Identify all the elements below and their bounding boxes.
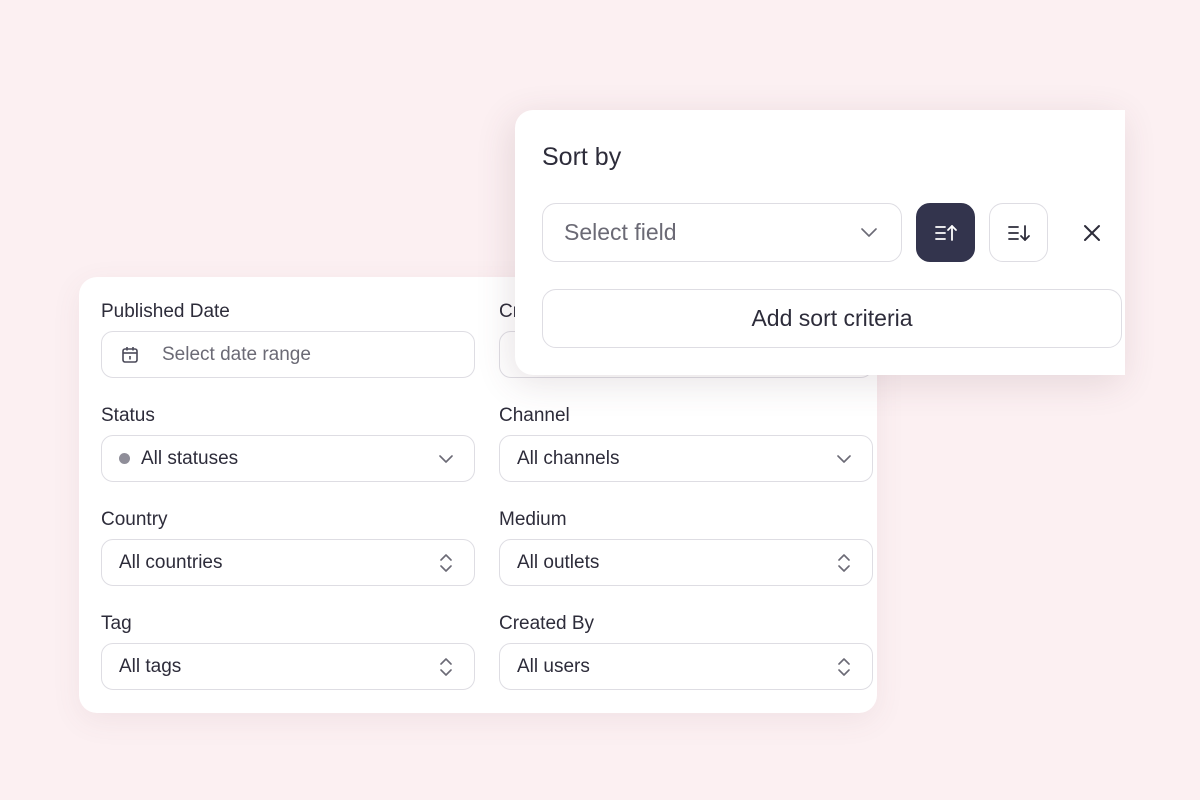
created-by-value: All users — [517, 655, 590, 677]
chevron-down-icon — [834, 449, 854, 469]
medium-select[interactable]: All outlets — [499, 539, 873, 586]
add-sort-criteria-button[interactable]: Add sort criteria — [542, 289, 1122, 348]
status-select[interactable]: All statuses — [101, 435, 475, 482]
tag-label: Tag — [101, 613, 132, 634]
channel-select[interactable]: All channels — [499, 435, 873, 482]
status-value: All statuses — [141, 447, 239, 469]
created-by-select[interactable]: All users — [499, 643, 873, 690]
chevron-down-icon — [861, 228, 877, 237]
chevron-updown-icon — [834, 553, 854, 573]
sort-title: Sort by — [542, 143, 622, 171]
country-label: Country — [101, 509, 168, 530]
channel-label: Channel — [499, 405, 570, 426]
chevron-updown-icon — [834, 657, 854, 677]
tag-value: All tags — [119, 655, 182, 677]
status-label: Status — [101, 405, 155, 426]
country-select[interactable]: All countries — [101, 539, 475, 586]
chevron-updown-icon — [436, 657, 456, 677]
close-icon — [1083, 224, 1101, 242]
sort-field-select[interactable]: Select field — [542, 203, 902, 262]
medium-label: Medium — [499, 509, 567, 530]
published-date-placeholder: Select date range — [162, 343, 311, 365]
created-by-label: Created By — [499, 613, 595, 634]
published-date-label: Published Date — [101, 301, 230, 322]
calendar-icon — [121, 346, 139, 364]
channel-value: All channels — [517, 447, 620, 469]
remove-sort-button[interactable] — [1077, 218, 1107, 248]
country-value: All countries — [119, 551, 223, 573]
sort-descending-icon — [1007, 223, 1031, 243]
sort-field-placeholder: Select field — [564, 219, 677, 245]
published-date-field[interactable]: Select date range — [101, 331, 475, 378]
status-dot-icon — [119, 453, 130, 464]
chevron-updown-icon — [436, 553, 456, 573]
sort-popover: Sort by Select field Add sort criteria — [515, 110, 1125, 375]
sort-ascending-button[interactable] — [916, 203, 975, 262]
chevron-down-icon — [436, 449, 456, 469]
medium-value: All outlets — [517, 551, 600, 573]
sort-ascending-icon — [934, 223, 958, 243]
tag-select[interactable]: All tags — [101, 643, 475, 690]
sort-descending-button[interactable] — [989, 203, 1048, 262]
